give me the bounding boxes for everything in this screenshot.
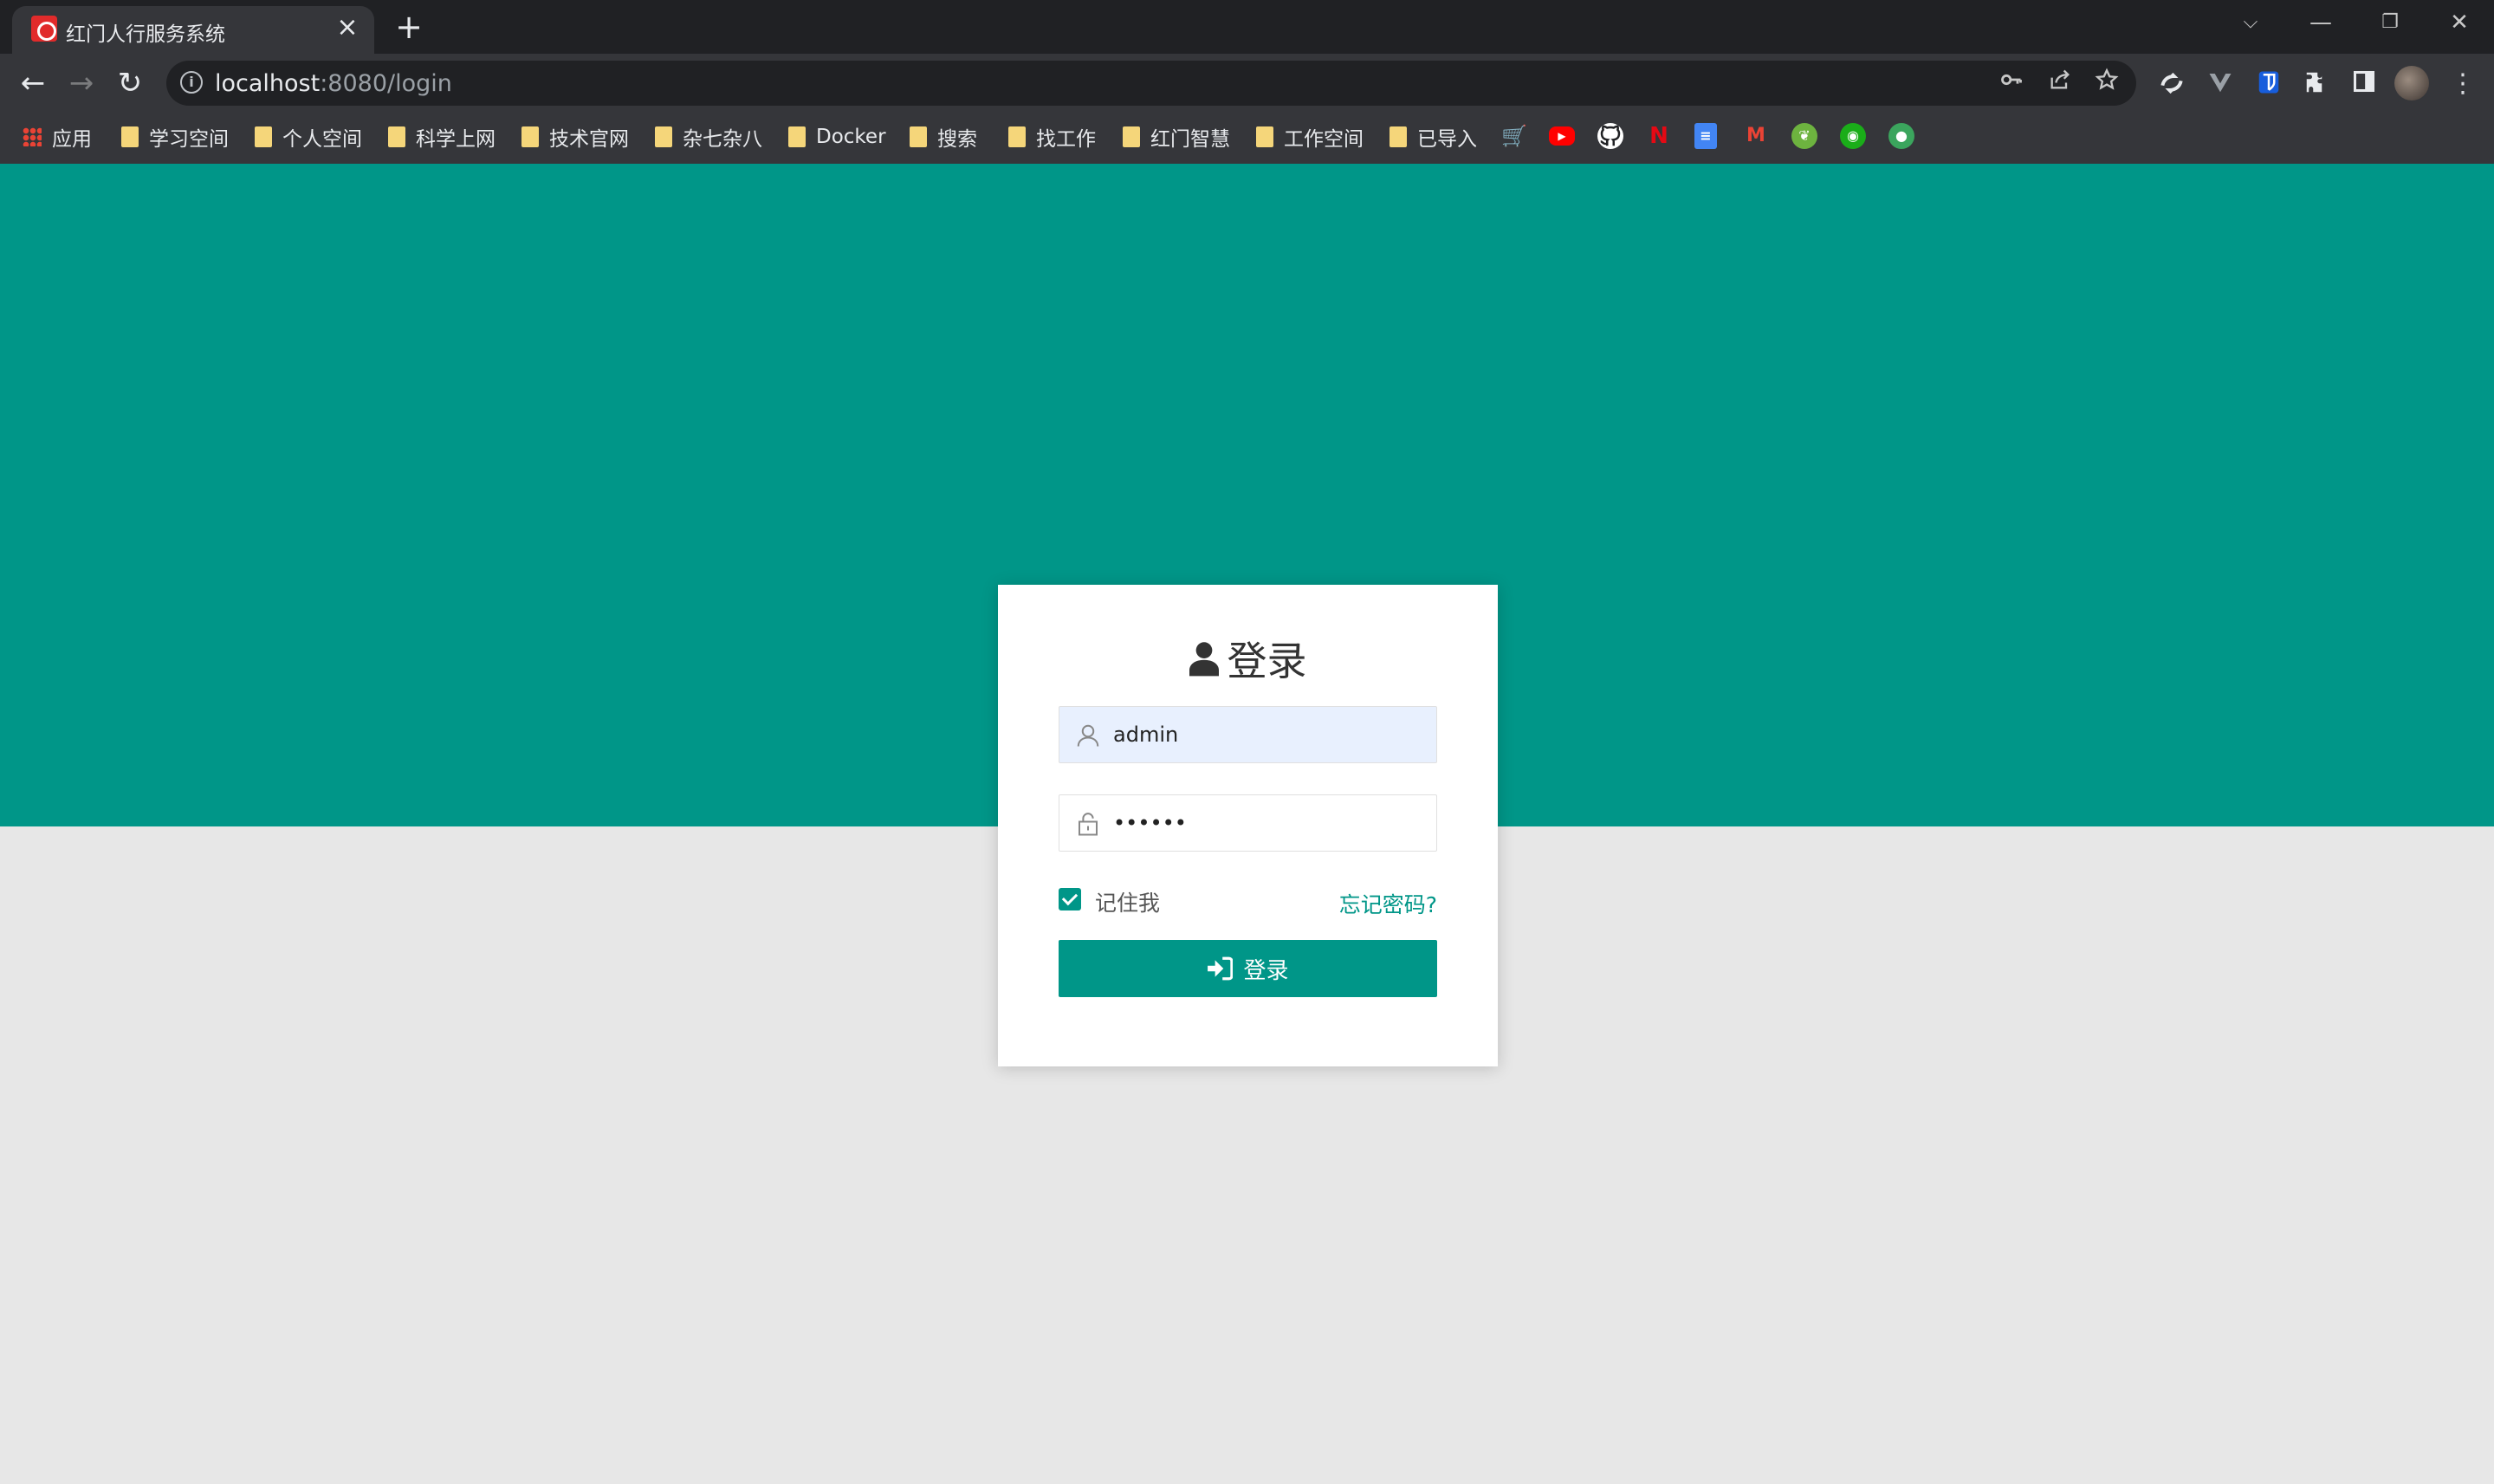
github-icon[interactable] xyxy=(1597,123,1623,149)
browser-tab[interactable]: 红门人行服务系统 × xyxy=(12,6,374,54)
password-input[interactable] xyxy=(1111,795,1423,851)
bookmark-label: 工作空间 xyxy=(1284,128,1364,151)
netflix-icon[interactable]: N xyxy=(1646,123,1672,149)
user-icon xyxy=(1189,642,1219,677)
folder-icon xyxy=(1390,126,1407,147)
tab-search-button[interactable]: ⌵ xyxy=(2229,3,2272,42)
login-card: 登录 记住我 忘记密码? xyxy=(998,585,1498,1066)
remember-label[interactable]: 记住我 xyxy=(1095,886,1160,917)
url-host: localhost xyxy=(215,70,321,97)
bookmark-folder[interactable]: 杂七杂八 xyxy=(655,120,762,154)
folder-icon xyxy=(1008,126,1026,147)
leaf-icon[interactable]: ❦ xyxy=(1791,123,1817,149)
bookmark-folder[interactable]: 科学上网 xyxy=(388,120,496,154)
bookmark-label: 学习空间 xyxy=(149,128,229,151)
bookmark-folder[interactable]: 红门智慧 xyxy=(1123,120,1230,154)
page-background: 登录 记住我 忘记密码? xyxy=(0,164,2494,1484)
folder-icon xyxy=(655,126,672,147)
tab-close-icon[interactable]: × xyxy=(333,13,362,42)
forward-button[interactable]: → xyxy=(61,62,102,104)
bookmark-folder[interactable]: 找工作 xyxy=(1008,120,1096,154)
docs-icon[interactable]: ≡ xyxy=(1694,123,1717,149)
bookmark-label: 杂七杂八 xyxy=(683,128,762,151)
youtube-icon[interactable]: ▶ xyxy=(1549,126,1575,146)
bookmark-folder[interactable]: 个人空间 xyxy=(255,120,362,154)
bookmark-label: 个人空间 xyxy=(282,128,362,151)
side-panel-icon[interactable] xyxy=(2349,69,2379,99)
tab-title: 红门人行服务系统 xyxy=(66,23,225,46)
sign-in-icon xyxy=(1208,956,1234,981)
profile-avatar[interactable] xyxy=(2394,66,2429,100)
bookmark-folder[interactable]: 已导入 xyxy=(1390,120,1477,154)
reload-button[interactable]: ↻ xyxy=(109,62,151,104)
folder-icon xyxy=(121,126,139,147)
share-icon[interactable] xyxy=(2044,68,2076,99)
url-path: :8080/login xyxy=(320,70,452,97)
user-outline-icon xyxy=(1077,724,1099,747)
apps-grid-icon xyxy=(23,127,42,146)
login-button-label: 登录 xyxy=(1243,957,1289,984)
bookmark-label: 找工作 xyxy=(1036,128,1096,151)
tab-strip: 红门人行服务系统 × + ⌵ — ❐ ✕ xyxy=(0,0,2494,54)
key-icon[interactable] xyxy=(1996,68,2027,99)
folder-icon xyxy=(788,126,806,147)
bookmark-label: 已导入 xyxy=(1417,128,1477,151)
remember-checkbox[interactable] xyxy=(1059,888,1081,910)
browser-toolbar: ← → ↻ i localhost:8080/login ⋮ xyxy=(0,54,2494,113)
login-title-text: 登录 xyxy=(1227,638,1307,684)
wechat-icon[interactable]: ◉ xyxy=(1840,123,1866,149)
username-input[interactable] xyxy=(1111,707,1423,762)
address-bar[interactable]: i localhost:8080/login xyxy=(166,61,2136,106)
browser-chrome: 红门人行服务系统 × + ⌵ — ❐ ✕ ← → ↻ i localhost:8… xyxy=(0,0,2494,164)
bookmark-label: 应用 xyxy=(52,128,92,151)
bookmarks-bar: 应用 学习空间 个人空间 科学上网 技术官网 杂七杂八 Docker 搜索 找工… xyxy=(0,120,2494,154)
lock-icon xyxy=(1079,813,1098,836)
folder-icon xyxy=(388,126,405,147)
login-button[interactable]: 登录 xyxy=(1059,940,1437,997)
minimize-button[interactable]: — xyxy=(2299,3,2342,42)
bookmark-folder[interactable]: 学习空间 xyxy=(121,120,229,154)
bookmark-label: 红门智慧 xyxy=(1150,128,1230,151)
bookmark-label: Docker xyxy=(816,126,886,148)
gmail-icon[interactable]: M xyxy=(1743,123,1769,149)
bookmark-label: 搜索 xyxy=(937,128,977,151)
folder-icon xyxy=(1256,126,1273,147)
password-field[interactable] xyxy=(1059,794,1437,852)
new-tab-button[interactable]: + xyxy=(392,10,426,45)
folder-icon xyxy=(255,126,272,147)
bookmark-label: 科学上网 xyxy=(416,128,496,151)
close-window-button[interactable]: ✕ xyxy=(2438,3,2481,42)
bookmark-folder[interactable]: 技术官网 xyxy=(521,120,629,154)
folder-icon xyxy=(521,126,539,147)
forgot-password-link[interactable]: 忘记密码? xyxy=(1339,888,1437,919)
restore-button[interactable]: ❐ xyxy=(2368,3,2412,42)
folder-icon xyxy=(910,126,927,147)
cart-icon[interactable]: 🛒 xyxy=(1501,123,1527,149)
bitwarden-icon[interactable] xyxy=(2254,69,2283,99)
bookmark-apps[interactable]: 应用 xyxy=(23,120,92,154)
username-field[interactable] xyxy=(1059,706,1437,763)
bookmark-folder[interactable]: Docker xyxy=(788,120,886,154)
bookmark-folder[interactable]: 搜索 xyxy=(910,120,977,154)
chrome-menu-icon[interactable]: ⋮ xyxy=(2448,69,2478,99)
star-icon[interactable] xyxy=(2091,68,2122,99)
puzzle-icon[interactable] xyxy=(2302,69,2331,99)
sync-icon[interactable] xyxy=(2157,69,2186,99)
vue-devtools-icon[interactable] xyxy=(2206,69,2235,99)
bookmark-folder[interactable]: 工作空间 xyxy=(1256,120,1364,154)
back-button[interactable]: ← xyxy=(12,62,54,104)
login-title: 登录 xyxy=(998,630,1498,687)
url-text[interactable]: localhost:8080/login xyxy=(215,70,452,97)
bookmark-label: 技术官网 xyxy=(549,128,629,151)
site-info-icon[interactable]: i xyxy=(180,71,203,94)
remember-row: 记住我 忘记密码? xyxy=(1059,883,1437,917)
green-app-icon[interactable]: ● xyxy=(1888,123,1914,149)
folder-icon xyxy=(1123,126,1140,147)
site-favicon-icon xyxy=(31,16,57,42)
